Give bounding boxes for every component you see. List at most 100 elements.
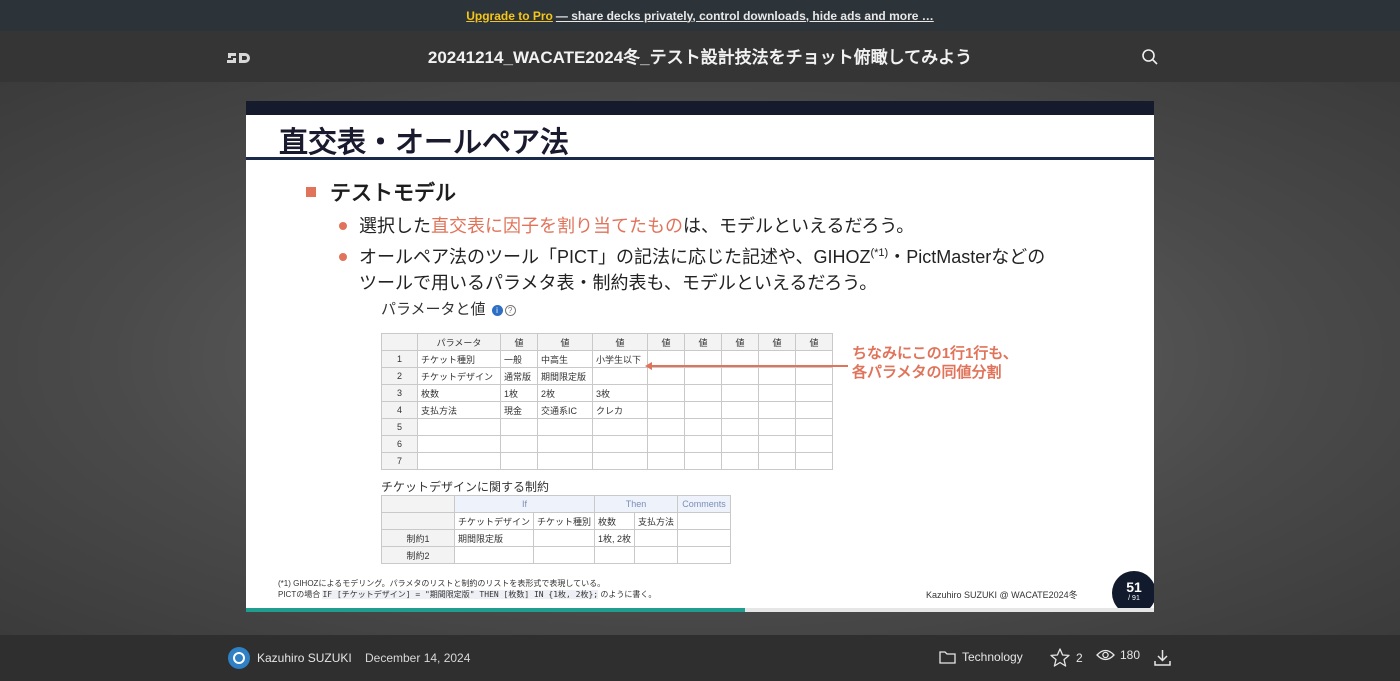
page-total: / 91	[1128, 595, 1140, 602]
help-icon: ?	[504, 304, 516, 316]
constraint-table-title: チケットデザインに関する制約	[381, 480, 550, 494]
note-line-1: ちなみにこの1行1行も、	[852, 345, 1018, 362]
table-cell	[758, 418, 796, 436]
bullet-1-post: は、モデルといえるだろう。	[683, 216, 915, 236]
table-cell: 制約2	[381, 546, 455, 564]
table-cell	[758, 367, 796, 385]
table-cell: 現金	[500, 401, 538, 419]
deck-title: 20241214_WACATE2024冬_テスト設計技法をチョット俯瞰してみよう	[427, 48, 973, 67]
table-cell	[684, 452, 722, 470]
table-cell	[758, 452, 796, 470]
arrow-line	[648, 365, 848, 367]
table-cell: 一般	[500, 350, 538, 368]
table-cell	[684, 435, 722, 453]
table-cell: 通常版	[500, 367, 538, 385]
author-link[interactable]: Kazuhiro SUZUKI	[257, 651, 352, 665]
table-cell: チケットデザイン	[453, 512, 535, 530]
table-cell	[795, 418, 833, 436]
category-link[interactable]: Technology	[939, 650, 1023, 664]
table-cell	[500, 418, 538, 436]
table-cell: 値	[795, 333, 833, 351]
table-cell	[592, 418, 648, 436]
table-cell	[647, 435, 685, 453]
bullet-2-line-2: ツールで用いるパラメタ表・制約表も、モデルといえるだろう。	[359, 273, 878, 293]
table-cell: 枚数	[417, 384, 501, 402]
table-cell: 値	[500, 333, 538, 351]
table-cell	[647, 384, 685, 402]
table-cell	[795, 452, 833, 470]
param-table: パラメータ 値 値 値 値 値 値 値 値 1 チケット種別 一般 中高生 小学生以下 …	[381, 333, 833, 470]
table-cell: 6	[381, 435, 418, 453]
bullet-2-line-1: オールペア法のツール「PICT」の記法に応じた記述や、GIHOZ(*1)・Pic…	[359, 243, 1045, 269]
table-cell	[453, 546, 535, 564]
table-cell	[647, 418, 685, 436]
table-cell	[795, 367, 833, 385]
table-cell	[758, 401, 796, 419]
slide-author: Kazuhiro SUZUKI @ WACATE2024冬	[926, 590, 1078, 600]
table-cell	[721, 401, 759, 419]
slide-top-bar	[246, 101, 1154, 115]
table-cell: 1枚	[500, 384, 538, 402]
table-cell	[594, 546, 636, 564]
table-cell	[533, 529, 596, 547]
star-button[interactable]: 2	[1050, 648, 1083, 667]
table-cell	[684, 418, 722, 436]
table-cell	[795, 384, 833, 402]
footnote: (*1) GIHOZによるモデリング。パラメタのリストと制約のリストを表形式で表…	[278, 578, 656, 600]
table-cell: 中高生	[537, 350, 593, 368]
table-cell: 5	[381, 418, 418, 436]
table-cell	[381, 512, 455, 530]
table-cell	[634, 529, 679, 547]
table-cell	[500, 452, 538, 470]
publish-date: December 14, 2024	[365, 651, 471, 665]
category-label: Technology	[962, 650, 1023, 664]
download-button[interactable]	[1153, 648, 1172, 670]
bullet-dot-icon	[339, 222, 347, 230]
table-header-row: If Then Comments	[381, 495, 732, 513]
table-cell	[677, 546, 732, 564]
table-cell: 枚数	[594, 512, 636, 530]
table-cell: 値	[592, 333, 648, 351]
table-row: 5	[381, 418, 833, 436]
table-cell	[647, 452, 685, 470]
table-row: 4 支払方法 現金 交通系IC クレカ	[381, 401, 833, 419]
table-cell	[417, 452, 501, 470]
table-cell: Then	[594, 495, 679, 513]
note-line-2: 各パラメタの同値分割	[852, 364, 1002, 381]
table-cell: 制約1	[381, 529, 455, 547]
table-cell	[537, 435, 593, 453]
bullet-1-highlight: 直交表に因子を割り当てたもの	[431, 216, 683, 236]
footnote-line-1: (*1) GIHOZによるモデリング。パラメタのリストと制約のリストを表形式で表…	[278, 579, 606, 588]
star-icon	[1050, 648, 1070, 667]
table-cell: チケット種別	[417, 350, 501, 368]
bullet-dot-icon	[339, 253, 347, 261]
table-cell	[795, 435, 833, 453]
footnote-post: のように書く。	[598, 590, 657, 599]
table-cell	[533, 546, 596, 564]
table-cell	[417, 418, 501, 436]
avatar[interactable]	[228, 647, 250, 669]
footnote-line-2: PICTの場合 IF [チケットデザイン] = "期間限定版" THEN [枚数…	[278, 589, 656, 600]
table-row: 6	[381, 435, 833, 453]
view-count: 180	[1120, 648, 1141, 662]
bullet-1: 選択した直交表に因子を割り当てたものは、モデルといえるだろう。	[359, 212, 914, 238]
search-icon[interactable]	[1141, 48, 1159, 66]
upgrade-link[interactable]: Upgrade to Pro	[466, 9, 553, 23]
table-cell	[684, 367, 722, 385]
slide[interactable]: 直交表・オールペア法 テストモデル 選択した直交表に因子を割り当てたものは、モデ…	[246, 101, 1154, 612]
promo-text[interactable]: — share decks privately, control downloa…	[556, 9, 934, 23]
table-cell: 小学生以下	[592, 350, 648, 368]
table-cell: If	[453, 495, 596, 513]
table-cell	[758, 384, 796, 402]
heading-rule	[246, 157, 1154, 160]
table-cell: 支払方法	[417, 401, 501, 419]
table-cell	[684, 401, 722, 419]
table-cell: 2枚	[537, 384, 593, 402]
section-bullet-icon	[306, 187, 316, 197]
table-cell	[381, 333, 418, 351]
page-number: 51	[1126, 579, 1142, 595]
table-cell: 値	[647, 333, 685, 351]
table-cell: 値	[721, 333, 759, 351]
table-cell: 値	[758, 333, 796, 351]
slide-progress-bar[interactable]	[246, 608, 1154, 612]
